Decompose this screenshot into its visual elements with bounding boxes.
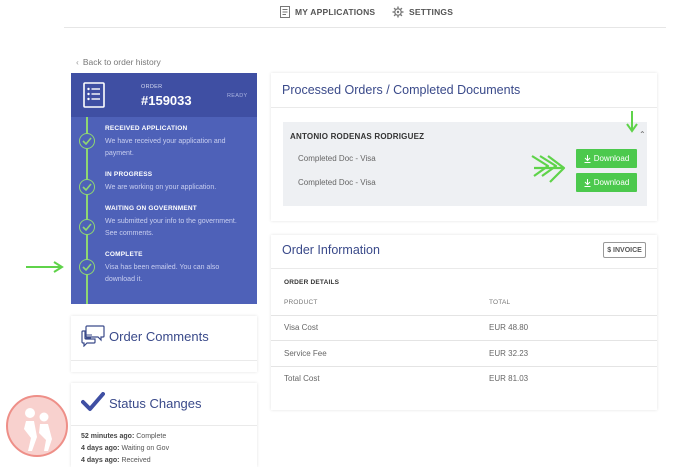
status-changes-card: Status Changes 52 minutes ago: Complete …: [71, 383, 257, 467]
step-title: RECEIVED APPLICATION: [105, 125, 188, 132]
step-description: We submitted your info to the government…: [105, 218, 237, 237]
row-divider: [271, 366, 657, 367]
product-cell: Visa Cost: [284, 323, 319, 332]
status-change-time: 4 days ago:: [81, 445, 120, 452]
status-change-time: 4 days ago:: [81, 457, 120, 464]
annotation-arrow-icon: [531, 155, 566, 183]
checkmark-icon: [79, 259, 95, 275]
applicant-name: ANTONIO RODENAS RODRIGUEZ: [290, 132, 425, 141]
gear-icon: [392, 6, 404, 18]
document-icon: [280, 6, 290, 18]
order-comments-title: Order Comments: [109, 329, 209, 344]
nav-my-applications[interactable]: MY APPLICATIONS: [280, 6, 375, 18]
divider: [271, 107, 657, 108]
step-description: Visa has been emailed. You can also down…: [105, 264, 220, 283]
logo-icon: [6, 395, 68, 457]
order-comments-card[interactable]: Order Comments: [71, 316, 257, 372]
step-title: IN PROGRESS: [105, 171, 153, 178]
checkmark-icon: [81, 392, 105, 411]
status-change-row: 52 minutes ago: Complete: [81, 433, 166, 440]
annotation-arrow-icon: [26, 261, 64, 273]
processed-orders-title: Processed Orders / Completed Documents: [282, 83, 521, 97]
download-button[interactable]: Download: [576, 173, 637, 192]
step-title: COMPLETE: [105, 251, 143, 258]
order-details-label: ORDER DETAILS: [284, 279, 340, 286]
nav-settings[interactable]: SETTINGS: [392, 6, 453, 18]
caret-up-icon[interactable]: ⌃: [639, 130, 646, 139]
total-cell: EUR 48.80: [489, 323, 529, 332]
column-header-product: PRODUCT: [284, 299, 318, 306]
divider: [71, 360, 257, 361]
invoice-button[interactable]: $ INVOICE: [603, 242, 646, 258]
checkmark-icon: [79, 133, 95, 149]
status-change-row: 4 days ago: Waiting on Gov: [81, 445, 169, 452]
column-header-total: TOTAL: [489, 299, 511, 306]
step-description: We have received your application and pa…: [105, 138, 226, 157]
total-cell: EUR 32.23: [489, 349, 529, 358]
document-icon: [83, 82, 105, 108]
status-change-time: 52 minutes ago:: [81, 433, 135, 440]
status-change-value: Complete: [136, 433, 167, 440]
product-cell: Service Fee: [284, 349, 327, 358]
nav-settings-label: SETTINGS: [409, 7, 454, 17]
total-cell: EUR 81.03: [489, 374, 529, 383]
product-cell: Total Cost: [284, 374, 320, 383]
download-button-label: Download: [593, 178, 630, 187]
checkmark-icon: [79, 179, 95, 195]
annotation-arrow-icon: [626, 111, 638, 133]
status-change-value: Waiting on Gov: [121, 445, 170, 452]
download-icon: [584, 154, 591, 163]
nav-my-applications-label: MY APPLICATIONS: [295, 7, 376, 17]
divider: [271, 268, 657, 269]
download-button-label: Download: [593, 154, 630, 163]
divider: [71, 425, 257, 426]
back-to-order-history-link[interactable]: ‹ Back to order history: [76, 57, 161, 67]
checkmark-icon: [79, 219, 95, 235]
document-name: Completed Doc - Visa: [298, 178, 376, 187]
order-status-badge: READY: [227, 93, 248, 99]
processed-orders-card: Processed Orders / Completed Documents A…: [271, 73, 657, 221]
status-change-value: Received: [121, 457, 151, 464]
order-number: #159033: [141, 93, 192, 108]
applicant-documents-panel: ANTONIO RODENAS RODRIGUEZ ⌃ Completed Do…: [283, 122, 647, 206]
order-information-card: Order Information $ INVOICE ORDER DETAIL…: [271, 235, 657, 410]
row-divider: [271, 340, 657, 341]
back-link-label: Back to order history: [82, 57, 161, 67]
order-header: ORDER #159033 READY: [71, 73, 257, 117]
step-title: WAITING ON GOVERNMENT: [105, 205, 197, 212]
step-description: We are working on your application.: [105, 184, 217, 191]
download-button[interactable]: Download: [576, 149, 637, 168]
row-divider: [271, 315, 657, 316]
document-name: Completed Doc - Visa: [298, 154, 376, 163]
top-navigation: MY APPLICATIONS SETTINGS: [64, 0, 666, 28]
chevron-left-icon: ‹: [76, 57, 79, 67]
chat-bubbles-icon: [81, 325, 105, 347]
order-status-card: ORDER #159033 READY RECEIVED APPLICATION…: [71, 73, 257, 304]
order-information-title: Order Information: [282, 243, 380, 257]
download-icon: [584, 178, 591, 187]
order-label: ORDER: [141, 84, 163, 90]
status-change-row: 4 days ago: Received: [81, 457, 151, 464]
status-changes-title: Status Changes: [109, 396, 202, 411]
